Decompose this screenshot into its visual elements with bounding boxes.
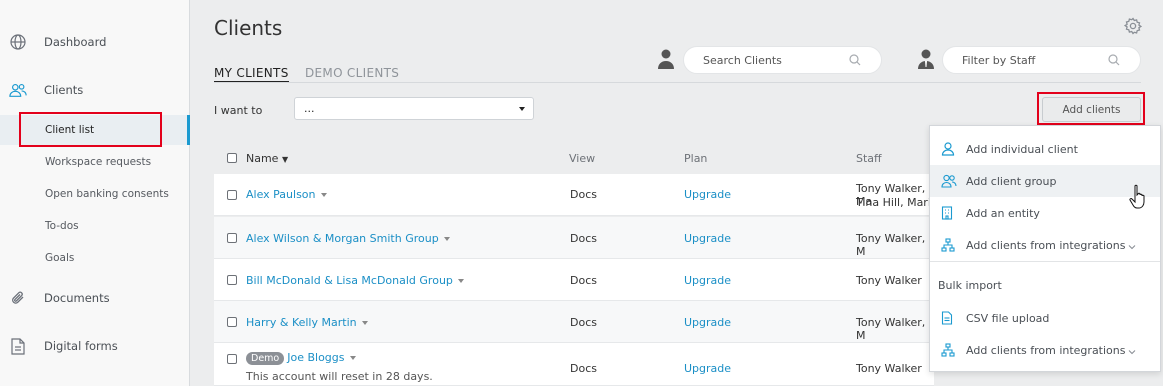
tab-divider	[214, 82, 1141, 83]
search-input[interactable]	[684, 53, 834, 67]
building-icon	[941, 206, 955, 220]
plan-upgrade-link[interactable]: Upgrade	[684, 232, 731, 245]
client-name-link[interactable]: Joe Bloggs	[287, 351, 344, 364]
row-checkbox[interactable]	[227, 190, 237, 200]
menu-item-label: Add an entity	[966, 206, 1040, 220]
gear-icon[interactable]	[1123, 17, 1143, 35]
plan-upgrade-link[interactable]: Upgrade	[684, 274, 731, 287]
menu-item-add-clients-from-integrations[interactable]: Add clients from integrations	[930, 229, 1160, 261]
row-checkbox[interactable]	[227, 275, 237, 285]
column-header-label: Name	[246, 152, 279, 165]
view-cell: Docs	[570, 188, 597, 201]
staff-icon	[917, 48, 935, 70]
person-icon	[657, 48, 675, 70]
table-row[interactable]: Alex Paulson Docs Upgrade Tony Walker, M…	[214, 174, 934, 216]
staff-cell: Tony Walker, M	[856, 232, 926, 258]
menu-item-label: CSV file upload	[966, 311, 1050, 325]
sidebar-item-dashboard[interactable]: Dashboard	[0, 24, 190, 60]
action-select[interactable]: ...	[294, 97, 534, 120]
table-row[interactable]: Demo Joe Bloggs This account will reset i…	[214, 343, 934, 386]
view-cell: Docs	[570, 362, 597, 375]
table-row[interactable]: Bill McDonald & Lisa McDonald Group Docs…	[214, 259, 934, 301]
add-clients-button[interactable]: Add clients	[1042, 97, 1141, 122]
globe-icon	[9, 33, 27, 51]
client-name-link[interactable]: Alex Wilson & Morgan Smith Group	[246, 232, 450, 245]
page-title: Clients	[214, 16, 283, 40]
plan-upgrade-link[interactable]: Upgrade	[684, 362, 731, 375]
client-name-link[interactable]: Harry & Kelly Martin	[246, 316, 368, 329]
tab-demo-clients[interactable]: DEMO CLIENTS	[305, 66, 399, 80]
demo-reset-note: This account will reset in 28 days.	[246, 370, 433, 383]
client-name-link[interactable]: Alex Paulson	[246, 188, 327, 201]
menu-item-add-individual-client[interactable]: Add individual client	[930, 133, 1160, 165]
sidebar-item-todos[interactable]: To-dos	[0, 211, 190, 241]
file-icon	[941, 311, 955, 325]
search-icon[interactable]	[849, 54, 861, 66]
column-header-view[interactable]: View	[569, 152, 595, 165]
search-clients-box[interactable]	[683, 46, 882, 74]
view-cell: Docs	[570, 316, 597, 329]
staff-cell: Tony Walker	[856, 362, 922, 375]
menu-item-add-client-group[interactable]: Add client group	[930, 165, 1160, 197]
document-icon	[9, 337, 27, 355]
table-row[interactable]: Alex Wilson & Morgan Smith Group Docs Up…	[214, 217, 934, 259]
table-row[interactable]: Harry & Kelly Martin Docs Upgrade Tony W…	[214, 301, 934, 343]
sidebar-item-goals[interactable]: Goals	[0, 243, 190, 273]
sidebar-item-label: Dashboard	[44, 35, 107, 49]
staff-cell: Tony Walker	[856, 274, 922, 287]
row-checkbox[interactable]	[227, 354, 237, 364]
paperclip-icon	[9, 289, 27, 307]
staff-cell: Tina Hill, Mari	[856, 196, 931, 209]
user-icon	[941, 142, 955, 156]
column-header-staff[interactable]: Staff	[856, 152, 882, 165]
client-name-cell[interactable]: Demo Joe Bloggs	[246, 351, 356, 365]
sidebar-item-workspace-requests[interactable]: Workspace requests	[0, 147, 190, 177]
select-all-checkbox[interactable]	[227, 153, 237, 163]
i-want-to-label: I want to	[214, 104, 263, 117]
client-name-link[interactable]: Bill McDonald & Lisa McDonald Group	[246, 274, 464, 287]
hierarchy-icon	[941, 343, 955, 357]
column-header-plan[interactable]: Plan	[684, 152, 707, 165]
tab-my-clients[interactable]: MY CLIENTS	[214, 66, 289, 83]
chevron-down-icon	[519, 107, 525, 111]
sidebar-item-documents[interactable]: Documents	[0, 280, 190, 316]
menu-item-add-an-entity[interactable]: Add an entity	[930, 197, 1160, 229]
menu-item-label: Add clients from integrations	[966, 238, 1126, 252]
menu-item-label: Add clients from integrations	[966, 343, 1126, 357]
menu-divider	[930, 261, 1160, 262]
sidebar: Dashboard Clients Client list Workspace …	[0, 0, 190, 386]
row-checkbox[interactable]	[227, 233, 237, 243]
sidebar-item-open-banking-consents[interactable]: Open banking consents	[0, 179, 190, 209]
sidebar-item-digital-forms[interactable]: Digital forms	[0, 328, 190, 364]
plan-upgrade-link[interactable]: Upgrade	[684, 316, 731, 329]
menu-item-label: Add individual client	[966, 142, 1078, 156]
staff-cell: Tony Walker, M	[856, 316, 926, 342]
filter-staff-box[interactable]	[942, 46, 1141, 74]
add-clients-menu: Add individual client Add client group A…	[929, 125, 1161, 372]
menu-item-bulk-add-from-integrations[interactable]: Add clients from integrations	[930, 334, 1160, 366]
action-select-value: ...	[304, 102, 315, 115]
users-icon	[941, 174, 957, 188]
hand-cursor-icon	[1129, 184, 1149, 210]
menu-item-label: Add client group	[966, 174, 1057, 188]
sidebar-item-client-list[interactable]: Client list	[0, 115, 190, 145]
plan-upgrade-link[interactable]: Upgrade	[684, 188, 731, 201]
column-header-name[interactable]: Name ▼	[246, 152, 288, 165]
hierarchy-icon	[941, 238, 955, 252]
sidebar-item-label: Clients	[44, 83, 84, 97]
chevron-down-icon	[1128, 346, 1136, 355]
sidebar-item-label: Documents	[44, 291, 110, 305]
row-checkbox[interactable]	[227, 317, 237, 327]
view-cell: Docs	[570, 232, 597, 245]
view-cell: Docs	[570, 274, 597, 287]
sidebar-item-label: Digital forms	[44, 339, 118, 353]
search-icon[interactable]	[1108, 54, 1120, 66]
sidebar-item-clients[interactable]: Clients	[0, 72, 190, 108]
chevron-down-icon	[1128, 241, 1136, 250]
users-icon	[9, 81, 27, 99]
demo-badge: Demo	[246, 352, 285, 365]
bulk-import-heading: Bulk import	[938, 279, 1002, 292]
filter-staff-input[interactable]	[943, 53, 1093, 67]
menu-item-csv-file-upload[interactable]: CSV file upload	[930, 302, 1160, 334]
